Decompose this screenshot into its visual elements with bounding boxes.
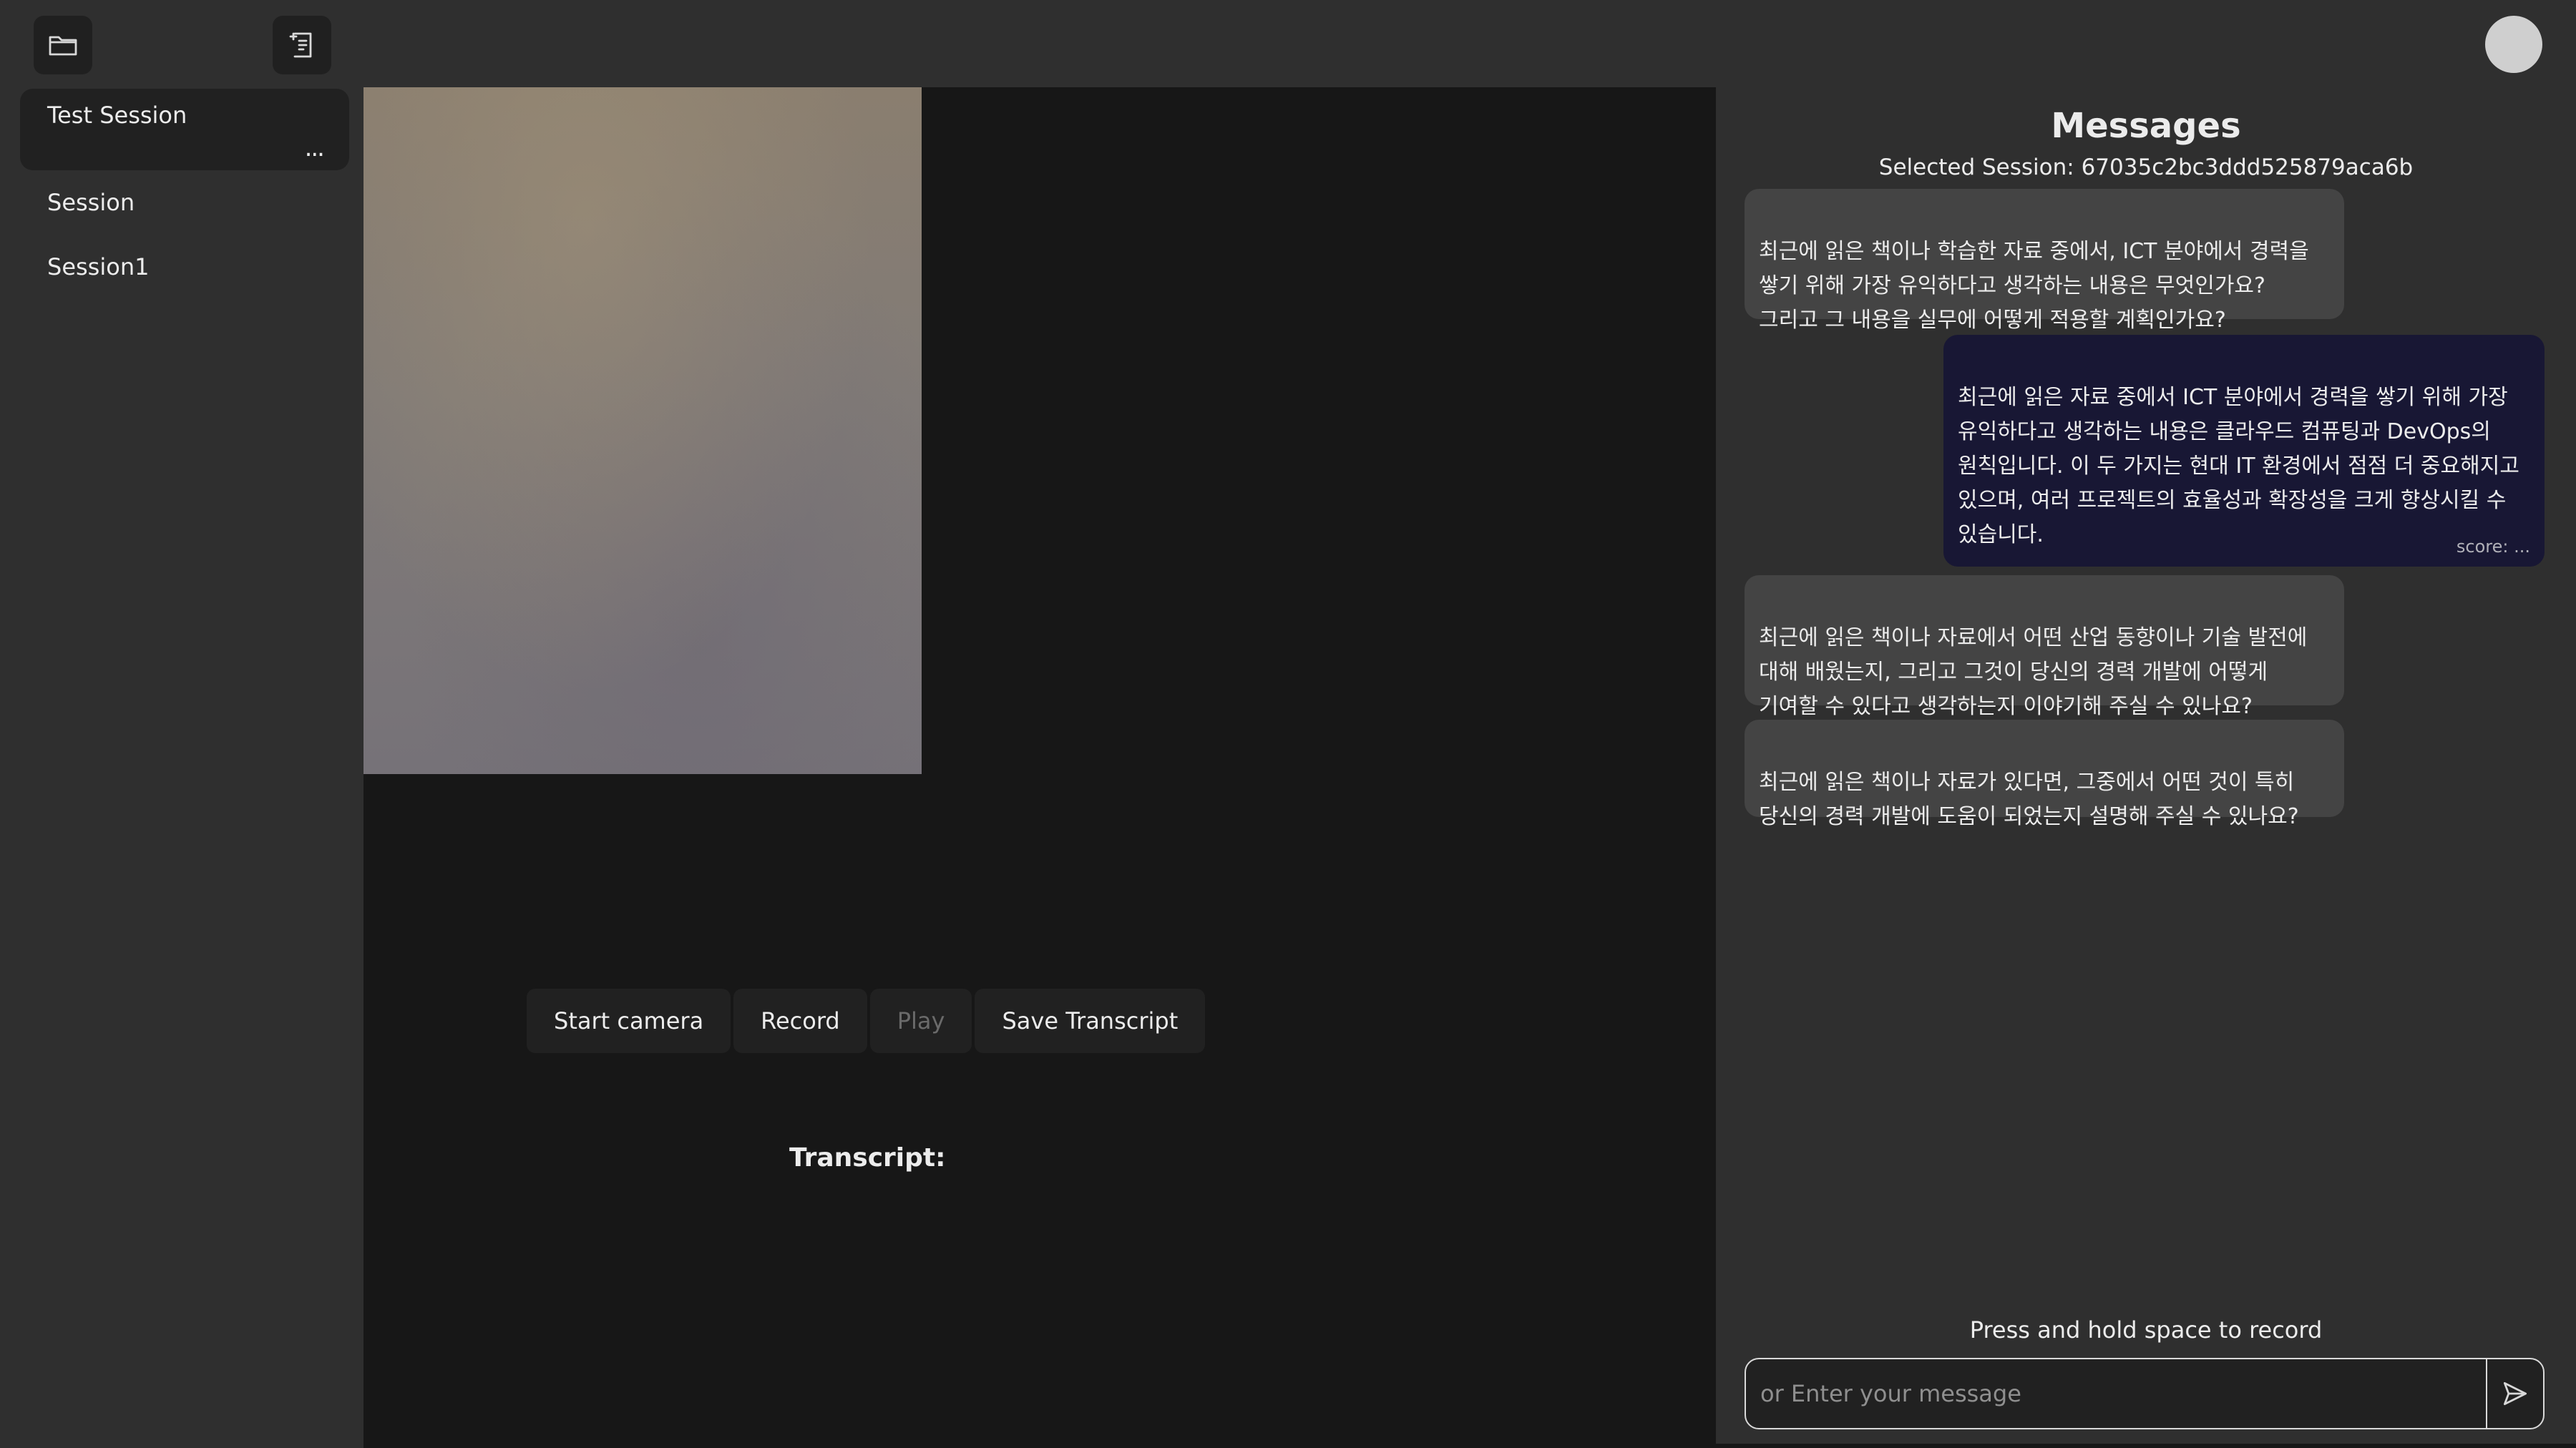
- camera-area: Start camera Record Play Save Transcript…: [364, 87, 1716, 1444]
- open-folder-button[interactable]: [34, 16, 92, 74]
- message-text: 최근에 읽은 책이나 자료에서 어떤 산업 동향이나 기술 발전에 대해 배웠는…: [1759, 625, 2308, 719]
- camera-preview: [364, 87, 922, 774]
- bot-message: 최근에 읽은 책이나 자료가 있다면, 그중에서 어떤 것이 특히 당신의 경력…: [1745, 720, 2344, 829]
- user-message: 최근에 읽은 자료 중에서 ICT 분야에서 경력을 쌓기 위해 가장 유익하다…: [1943, 335, 2545, 567]
- score-label: score: ...: [2456, 537, 2530, 557]
- session-label: Test Session: [47, 102, 187, 129]
- play-button[interactable]: Play: [869, 989, 972, 1053]
- session-label: Session: [47, 189, 135, 216]
- bot-message: 최근에 읽은 책이나 자료에서 어떤 산업 동향이나 기술 발전에 대해 배웠는…: [1745, 575, 2344, 719]
- top-bar: [364, 0, 2576, 87]
- user-avatar[interactable]: [2485, 16, 2542, 73]
- record-hint: Press and hold space to record: [1969, 1316, 2323, 1344]
- session-item-session[interactable]: Session: [20, 176, 349, 219]
- message-text: 최근에 읽은 책이나 자료가 있다면, 그중에서 어떤 것이 특히 당신의 경력…: [1759, 770, 2299, 829]
- message-text: 최근에 읽은 자료 중에서 ICT 분야에서 경력을 쌓기 위해 가장 유익하다…: [1958, 385, 2519, 547]
- recording-controls: Start camera Record Play Save Transcript: [527, 989, 1206, 1053]
- bot-message: 최근에 읽은 책이나 학습한 자료 중에서, ICT 분야에서 경력을 쌓기 위…: [1745, 189, 2344, 333]
- start-camera-button[interactable]: Start camera: [527, 989, 731, 1053]
- session-item-test-session[interactable]: Test Session ...: [20, 89, 349, 170]
- messages-title: Messages: [2051, 106, 2241, 146]
- transcript-label: Transcript:: [789, 1143, 946, 1173]
- session-item-session1[interactable]: Session1: [20, 240, 349, 283]
- messages-panel: Messages Selected Session: 67035c2bc3ddd…: [1716, 87, 2576, 1444]
- message-input[interactable]: [1746, 1359, 2483, 1428]
- send-button[interactable]: [2486, 1359, 2543, 1428]
- session-label: Session1: [47, 253, 150, 280]
- new-session-button[interactable]: [273, 16, 331, 74]
- selected-session-label: Selected Session: 67035c2bc3ddd525879aca…: [1878, 155, 2414, 180]
- record-button[interactable]: Record: [733, 989, 867, 1053]
- send-icon: [2503, 1381, 2527, 1406]
- sidebar: Test Session ... Session Session1: [0, 0, 364, 1448]
- save-transcript-button[interactable]: Save Transcript: [975, 989, 1206, 1053]
- message-text: 최근에 읽은 책이나 학습한 자료 중에서, ICT 분야에서 경력을 쌓기 위…: [1759, 239, 2309, 333]
- message-composer: [1745, 1358, 2545, 1429]
- new-note-icon: [289, 32, 312, 58]
- folder-icon: [49, 36, 77, 56]
- session-menu-button[interactable]: ...: [305, 136, 325, 160]
